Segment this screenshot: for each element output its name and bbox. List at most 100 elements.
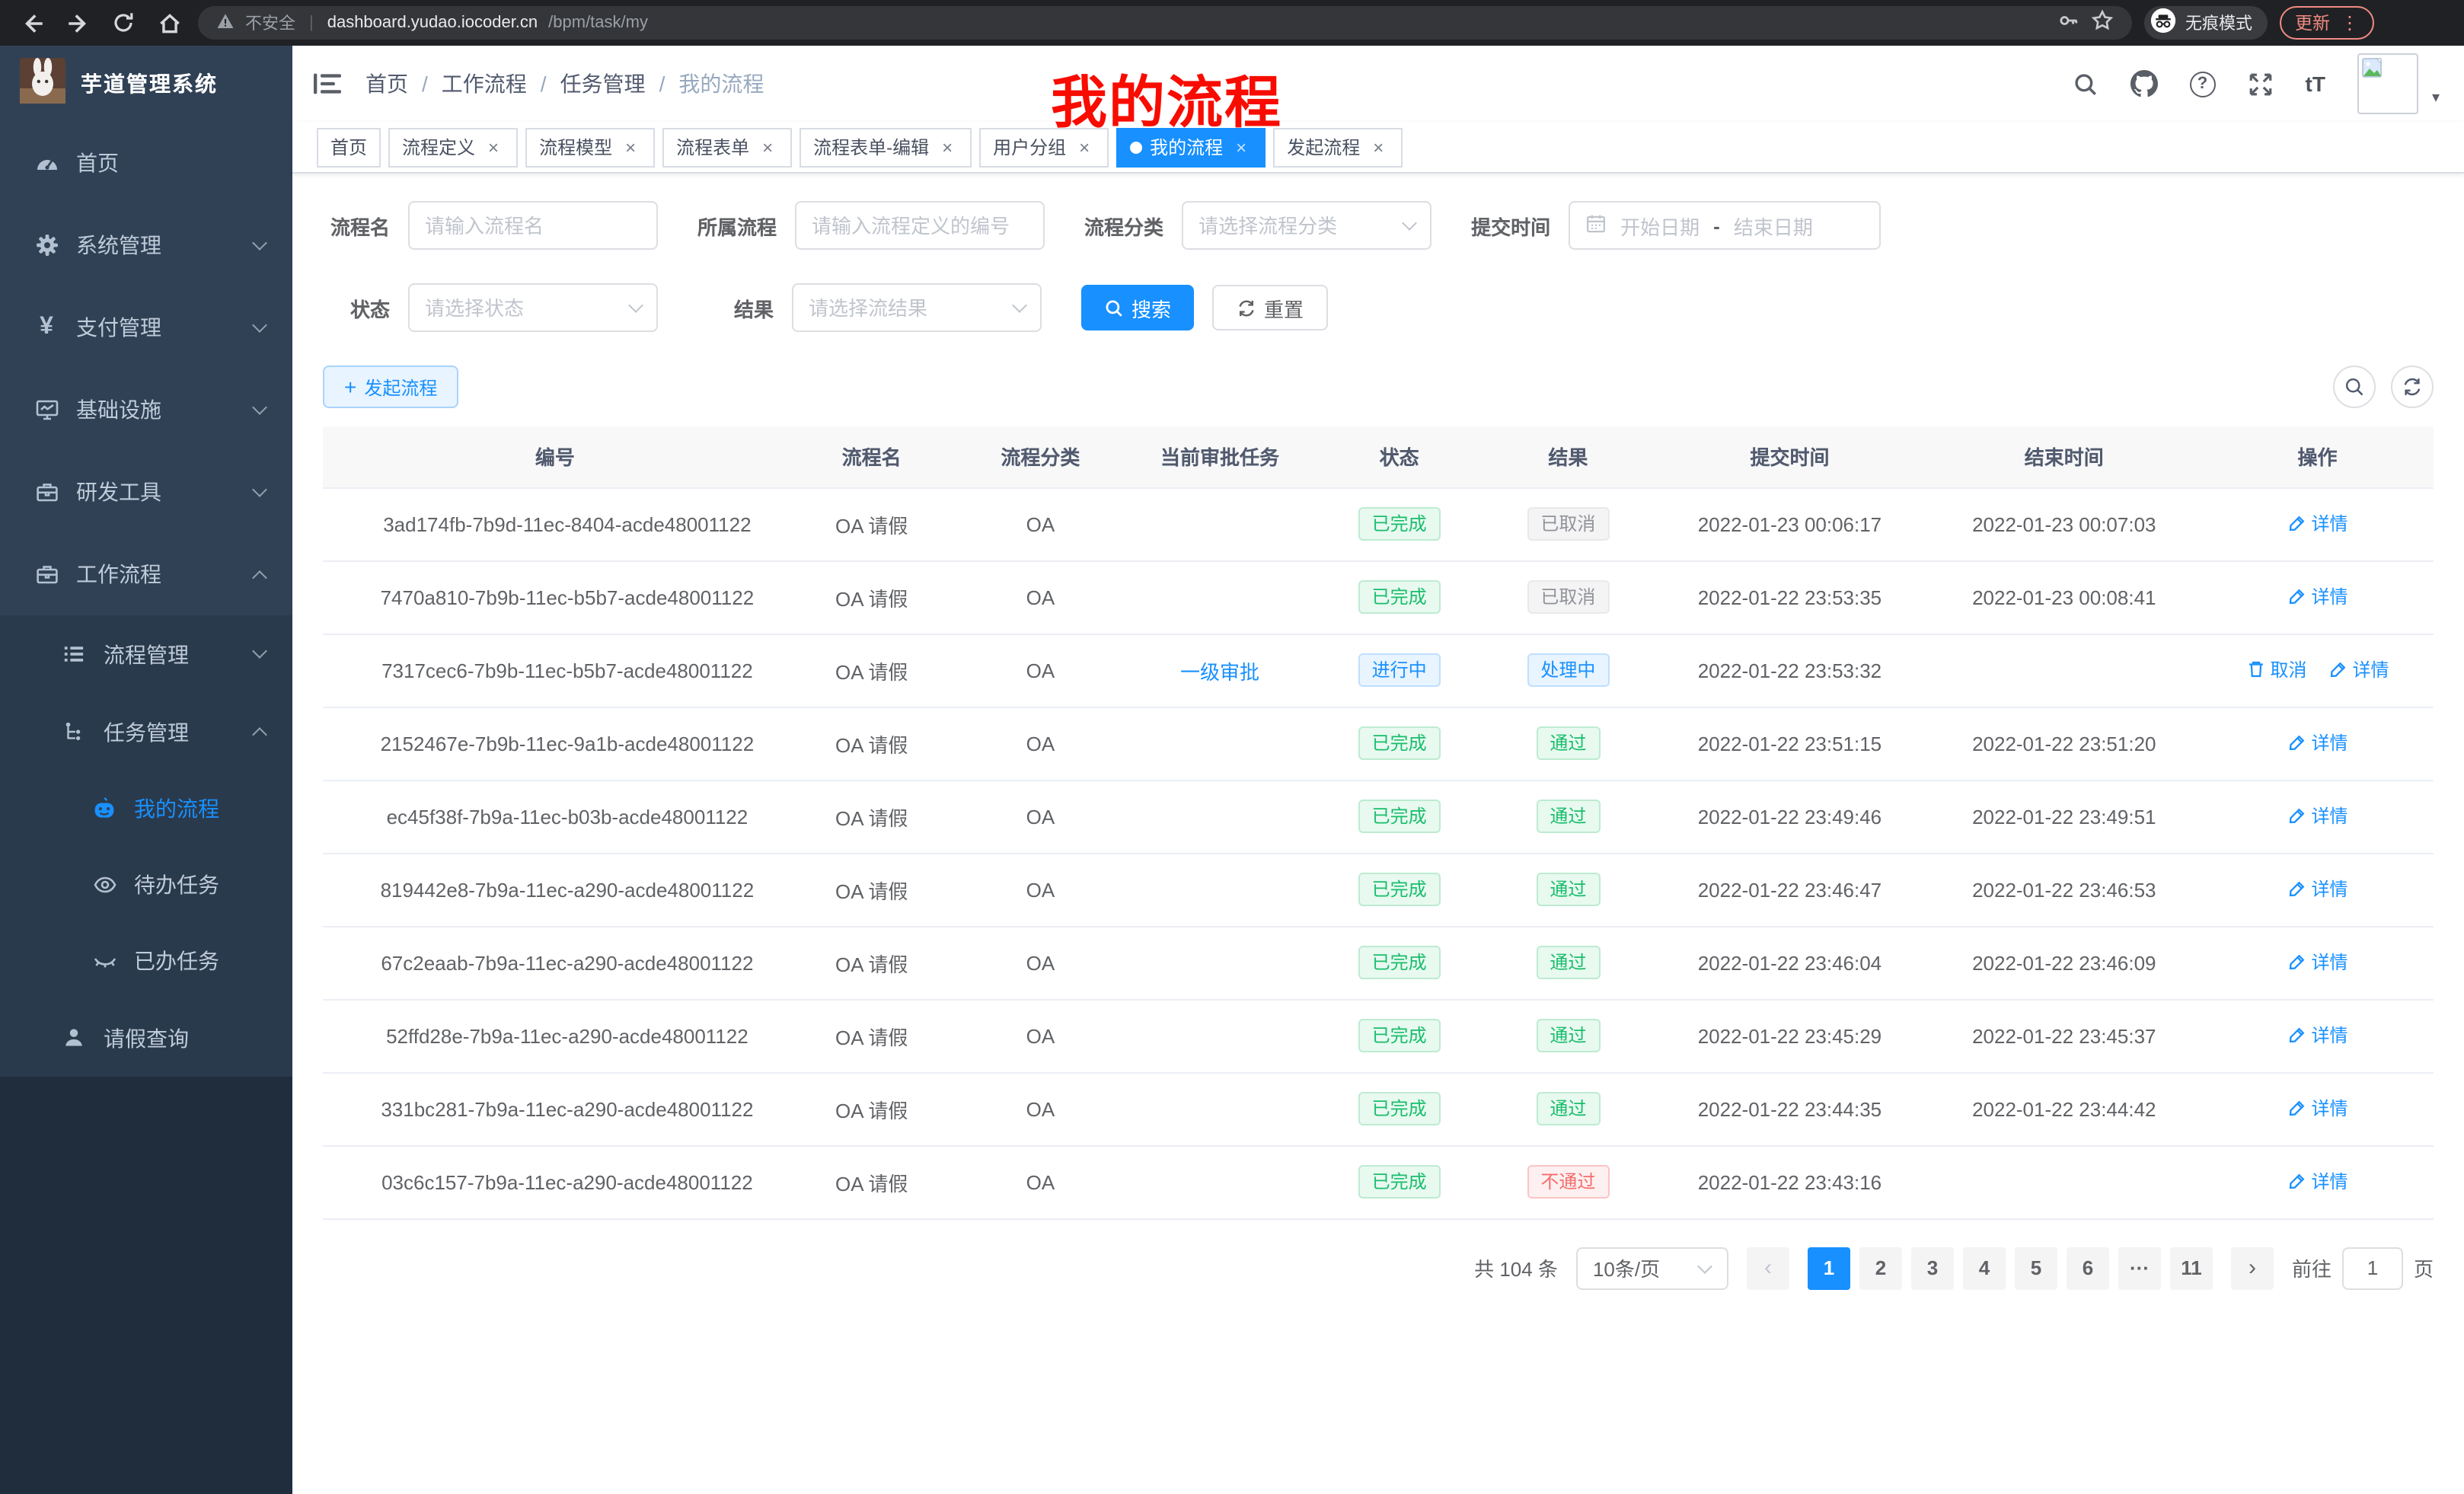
process-definition-input[interactable] [795, 201, 1045, 250]
page-number-button[interactable]: 11 [2170, 1247, 2213, 1289]
github-icon[interactable] [2130, 70, 2158, 97]
tab[interactable]: 流程表单× [662, 127, 792, 167]
close-icon[interactable]: × [757, 136, 778, 158]
page-ellipsis[interactable]: ··· [2118, 1247, 2161, 1289]
sidebar-item-task-mgmt[interactable]: 任务管理 [0, 693, 292, 771]
task-link[interactable]: 一级审批 [1180, 660, 1259, 683]
address-bar[interactable]: 不安全 | dashboard.yudao.iocoder.cn/bpm/tas… [198, 6, 2132, 40]
hamburger-icon[interactable] [314, 72, 341, 96]
process-name-input[interactable] [408, 201, 658, 250]
cell-status: 已完成 [1315, 926, 1484, 999]
cell-current-task [1125, 1145, 1314, 1218]
sidebar-item-process-mgmt[interactable]: 流程管理 [0, 615, 292, 693]
tab[interactable]: 流程定义× [388, 127, 518, 167]
detail-button[interactable]: 详情 [2287, 583, 2348, 609]
reset-button[interactable]: 重置 [1212, 285, 1328, 330]
forward-icon[interactable] [61, 6, 94, 40]
status-badge: 已完成 [1358, 580, 1441, 614]
cell-current-task [1125, 560, 1314, 634]
close-icon[interactable]: × [1074, 136, 1095, 158]
key-icon[interactable] [2057, 9, 2080, 37]
sidebar-item-workflow[interactable]: 工作流程 [0, 533, 292, 615]
page-number-button[interactable]: 4 [1963, 1247, 2006, 1289]
start-date-input[interactable]: 开始日期 [1620, 211, 1700, 240]
create-process-button[interactable]: + 发起流程 [323, 366, 458, 408]
detail-button[interactable]: 详情 [2328, 656, 2389, 682]
sidebar-item-todo-tasks[interactable]: 待办任务 [0, 847, 292, 923]
app-logo[interactable]: 芋道管理系统 [0, 46, 292, 122]
detail-button[interactable]: 详情 [2287, 510, 2348, 536]
home-icon[interactable] [152, 6, 186, 40]
page-number-button[interactable]: 1 [1808, 1247, 1850, 1289]
sidebar-item-payment[interactable]: ¥ 支付管理 [0, 286, 292, 369]
robot-icon [91, 796, 117, 822]
tab[interactable]: 流程模型× [525, 127, 655, 167]
close-icon[interactable]: × [1368, 136, 1389, 158]
prev-page-button[interactable]: ‹ [1747, 1247, 1789, 1289]
tab[interactable]: 发起流程× [1273, 127, 1403, 167]
sidebar-item-home[interactable]: 首页 [0, 122, 292, 204]
result-select[interactable] [792, 283, 1042, 332]
bookmark-star-icon[interactable] [2091, 9, 2114, 37]
help-icon[interactable]: ? [2190, 71, 2216, 97]
tab[interactable]: 首页 [317, 127, 381, 167]
sidebar-item-devtools[interactable]: 研发工具 [0, 451, 292, 533]
date-range-picker[interactable]: 开始日期 - 结束日期 [1569, 201, 1881, 250]
detail-button[interactable]: 详情 [2287, 803, 2348, 828]
cell-status: 已完成 [1315, 560, 1484, 634]
page-number-button[interactable]: 5 [2015, 1247, 2057, 1289]
end-date-input[interactable]: 结束日期 [1734, 211, 1813, 240]
close-icon[interactable]: × [483, 136, 504, 158]
browser-update-button[interactable]: 更新 ⋮ [2280, 6, 2374, 40]
avatar[interactable] [2357, 53, 2418, 114]
fullscreen-icon[interactable] [2248, 71, 2274, 97]
result-badge: 通过 [1536, 1019, 1600, 1052]
detail-button[interactable]: 详情 [2287, 949, 2348, 975]
close-icon[interactable]: × [937, 136, 958, 158]
sidebar-item-leave-query[interactable]: 请假查询 [0, 999, 292, 1077]
search-button[interactable]: 搜索 [1081, 285, 1194, 330]
detail-button[interactable]: 详情 [2287, 1022, 2348, 1048]
back-icon[interactable] [15, 6, 49, 40]
search-icon[interactable] [2073, 71, 2099, 97]
cell-submit-time: 2022-01-22 23:49:46 [1652, 780, 1926, 853]
goto-page-input[interactable] [2342, 1247, 2403, 1289]
sidebar-item-my-process[interactable]: 我的流程 [0, 771, 292, 847]
incognito-badge: 无痕模式 [2144, 6, 2268, 40]
detail-button[interactable]: 详情 [2287, 729, 2348, 755]
cell-submit-time: 2022-01-22 23:51:15 [1652, 707, 1926, 780]
category-select[interactable] [1182, 201, 1431, 250]
page-number-button[interactable]: 2 [1859, 1247, 1902, 1289]
detail-button[interactable]: 详情 [2287, 876, 2348, 902]
detail-button[interactable]: 详情 [2287, 1168, 2348, 1194]
page-size-select[interactable]: 10条/页 [1576, 1247, 1728, 1289]
cell-current-task [1125, 707, 1314, 780]
cancel-button[interactable]: 取消 [2245, 656, 2306, 682]
reload-icon[interactable] [107, 6, 140, 40]
breadcrumb-item[interactable]: 工作流程 [442, 69, 527, 99]
sidebar-item-system[interactable]: 系统管理 [0, 204, 292, 286]
cell-current-task: 一级审批 [1125, 634, 1314, 707]
close-icon[interactable]: × [620, 136, 641, 158]
font-size-icon[interactable]: tT [2306, 72, 2325, 96]
chevron-down-icon[interactable]: ▾ [2432, 89, 2440, 106]
breadcrumb-item[interactable]: 首页 [365, 69, 408, 99]
column-header: 提交时间 [1652, 426, 1926, 487]
breadcrumb-item[interactable]: 任务管理 [560, 69, 646, 99]
sidebar-item-infra[interactable]: 基础设施 [0, 369, 292, 451]
close-icon[interactable]: × [1230, 136, 1252, 158]
status-select[interactable] [408, 283, 658, 332]
detail-button[interactable]: 详情 [2287, 1095, 2348, 1121]
tab[interactable]: 流程表单-编辑× [800, 127, 972, 167]
cell-actions: 详情 [2201, 1145, 2434, 1218]
cell-end-time: 2022-01-22 23:45:37 [1927, 999, 2201, 1072]
sidebar-item-done-tasks[interactable]: 已办任务 [0, 923, 292, 999]
next-page-button[interactable]: › [2231, 1247, 2274, 1289]
toggle-search-button[interactable] [2333, 366, 2376, 408]
page-number-button[interactable]: 3 [1911, 1247, 1954, 1289]
sidebar-item-label: 已办任务 [134, 946, 219, 976]
refresh-button[interactable] [2391, 366, 2434, 408]
page-number-button[interactable]: 6 [2067, 1247, 2109, 1289]
browser-menu-icon[interactable]: ⋮ [2341, 12, 2359, 34]
status-badge: 已完成 [1358, 873, 1441, 906]
